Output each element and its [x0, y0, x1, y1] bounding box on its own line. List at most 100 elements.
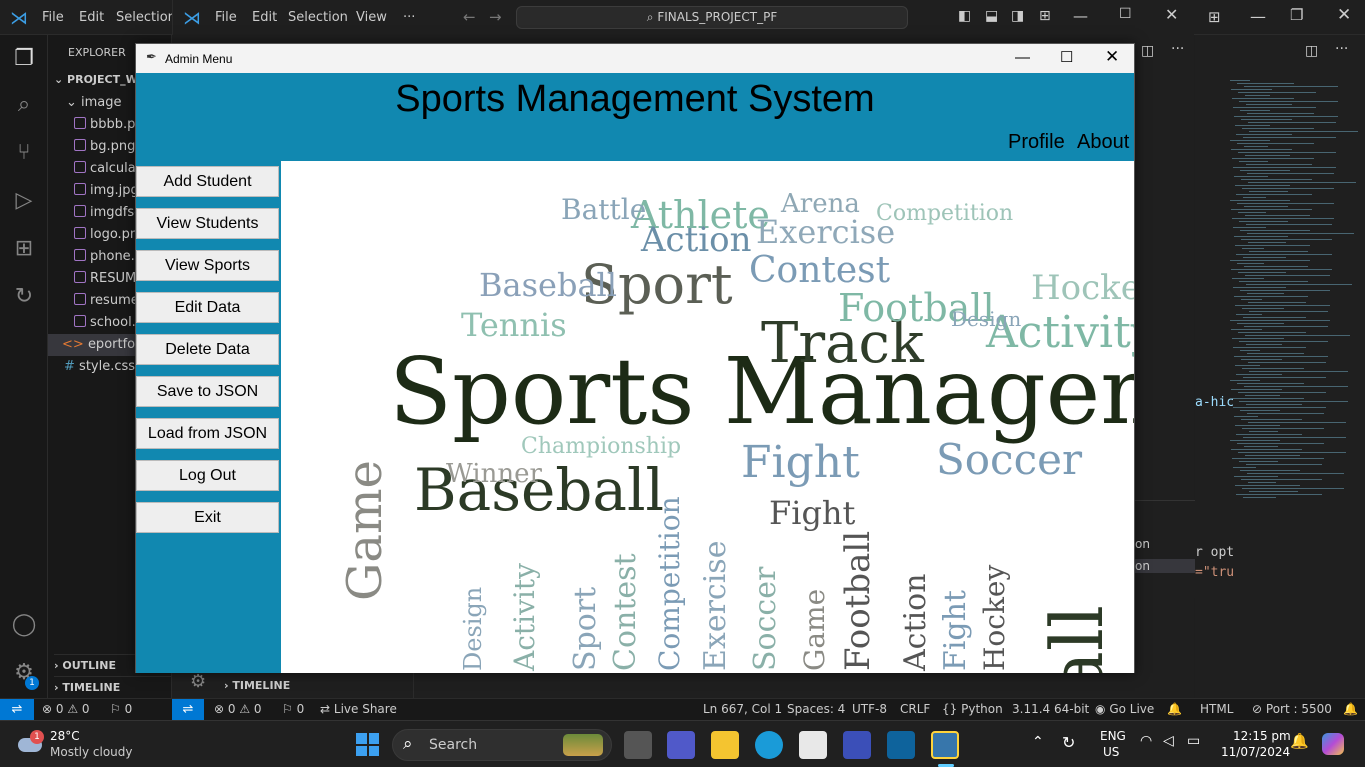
line-ending[interactable]: CRLF: [900, 702, 930, 716]
menu-selection[interactable]: Selection: [288, 10, 348, 25]
menu-edit[interactable]: Edit: [79, 10, 104, 25]
sidebar-button-log-out[interactable]: Log Out: [136, 460, 279, 491]
tray-overflow-icon[interactable]: ⌃: [1032, 734, 1044, 750]
language-us[interactable]: US: [1103, 745, 1119, 759]
project-folder[interactable]: ⌄ PROJECT_WE: [54, 69, 145, 91]
volume-icon[interactable]: ◁: [1163, 733, 1174, 749]
explorer-file-item[interactable]: school.j: [74, 312, 139, 334]
python-version[interactable]: 3.11.4 64-bit: [1012, 702, 1089, 716]
menu-file[interactable]: File: [42, 10, 64, 25]
sidebar-button-exit[interactable]: Exit: [136, 502, 279, 533]
sidebar-button-save-to-json[interactable]: Save to JSON: [136, 376, 279, 407]
run-debug-icon[interactable]: ▷: [10, 187, 38, 215]
menu-selection[interactable]: Selection: [116, 10, 176, 25]
clock-date[interactable]: 11/07/2024: [1221, 745, 1290, 759]
explorer-file-item[interactable]: bg.png: [74, 136, 135, 158]
search-icon[interactable]: ⌕: [10, 91, 38, 119]
explorer-file-item[interactable]: imgdfsd: [74, 202, 142, 224]
remote-explorer-icon[interactable]: ↻: [10, 283, 38, 311]
sidebar-button-add-student[interactable]: Add Student: [136, 166, 279, 197]
vs2-problems-count[interactable]: ⊗ 0 ⚠ 0: [214, 702, 262, 716]
more-actions-icon-2[interactable]: ···: [1335, 41, 1348, 57]
sync-icon[interactable]: ↻: [1062, 733, 1075, 752]
go-live-item[interactable]: ◉ Go Live: [1095, 702, 1154, 716]
split-editor-icon-2[interactable]: ◫: [1305, 43, 1318, 59]
sidebar-button-view-students[interactable]: View Students: [136, 208, 279, 239]
explorer-icon[interactable]: ❐: [10, 45, 38, 73]
explorer-file-item[interactable]: img.jpg: [74, 180, 139, 202]
restore-icon[interactable]: ❐: [1290, 6, 1303, 24]
notification-icon[interactable]: 🔔: [1290, 732, 1309, 750]
sidebar-button-delete-data[interactable]: Delete Data: [136, 334, 279, 365]
explorer-file-item[interactable]: calculat: [74, 158, 141, 180]
close-icon[interactable]: ✕: [1165, 5, 1178, 24]
minimize-icon[interactable]: —: [1073, 7, 1088, 25]
language-eng[interactable]: ENG: [1100, 729, 1126, 743]
split-editor-icon[interactable]: ◫: [1141, 43, 1154, 59]
clock-time[interactable]: 12:15 pm: [1233, 729, 1291, 743]
layout-icon[interactable]: ⊞: [1208, 8, 1221, 26]
forward-arrow-icon[interactable]: →: [489, 8, 502, 26]
profile-link[interactable]: Profile: [1008, 131, 1065, 154]
ms-store-icon[interactable]: [799, 731, 827, 759]
css-file[interactable]: # style.css: [64, 356, 135, 378]
maximize-icon[interactable]: ☐: [1119, 6, 1132, 22]
weather-widget-icon[interactable]: 1: [18, 730, 44, 754]
terminal-item[interactable]: on: [1135, 559, 1195, 573]
sidebar-toggle-icon[interactable]: ◧: [958, 8, 971, 24]
live-share-item[interactable]: ⇄ Live Share: [320, 702, 397, 716]
temperature[interactable]: 28°C: [50, 729, 80, 743]
more-actions-icon[interactable]: ···: [1171, 41, 1184, 57]
image-folder[interactable]: ⌄ image: [66, 92, 122, 114]
cursor-position[interactable]: Ln 667, Col 1: [703, 702, 782, 716]
explorer-file-item[interactable]: logo.pn: [74, 224, 138, 246]
menu-edit[interactable]: Edit: [252, 10, 277, 25]
copilot-icon[interactable]: [1322, 733, 1344, 755]
minimize-icon[interactable]: —: [1015, 49, 1030, 66]
edge-browser-icon[interactable]: [755, 731, 783, 759]
python-taskbar-icon[interactable]: [931, 731, 959, 759]
close-icon[interactable]: ✕: [1105, 47, 1119, 67]
explorer-file-item[interactable]: bbbb.pr: [74, 114, 141, 136]
back-arrow-icon[interactable]: ←: [463, 8, 476, 26]
timeline-section[interactable]: › TIMELINE: [54, 676, 172, 698]
menu-file[interactable]: File: [215, 10, 237, 25]
vs2-remote-indicator-icon[interactable]: ⇌: [172, 699, 204, 721]
windows-start-icon[interactable]: [356, 733, 379, 756]
command-center-search[interactable]: ⌕ FINALS_PROJECT_PF: [516, 6, 908, 29]
weather-text[interactable]: Mostly cloudy: [50, 745, 133, 759]
vscode-taskbar-icon[interactable]: [887, 731, 915, 759]
teams-icon[interactable]: [667, 731, 695, 759]
vs2-gear-icon[interactable]: ⚙: [190, 671, 206, 692]
explorer-file-item[interactable]: phone.p: [74, 246, 143, 268]
accounts-icon[interactable]: ◯: [10, 611, 38, 639]
terminal-item[interactable]: on: [1135, 537, 1150, 551]
vs2-ports-count[interactable]: ⚐ 0: [282, 702, 304, 716]
menu-more[interactable]: ···: [403, 10, 415, 25]
indentation[interactable]: Spaces: 4: [787, 702, 845, 716]
language-mode[interactable]: {} Python: [942, 702, 1003, 716]
close-icon[interactable]: ✕: [1337, 5, 1351, 25]
secondary-sidebar-icon[interactable]: ◨: [1011, 8, 1024, 24]
task-view-icon[interactable]: [624, 731, 652, 759]
battery-icon[interactable]: ▭: [1187, 733, 1200, 749]
file-explorer-icon[interactable]: [711, 731, 739, 759]
wifi-icon[interactable]: ◠: [1140, 733, 1152, 749]
problems-count[interactable]: ⊗ 0 ⚠ 0: [42, 702, 90, 716]
about-link[interactable]: About: [1077, 131, 1129, 154]
remote-indicator-icon[interactable]: ⇌: [0, 699, 34, 721]
bell-icon[interactable]: 🔔: [1167, 702, 1182, 716]
ports-count[interactable]: ⚐ 0: [110, 702, 132, 716]
extensions-icon[interactable]: ⊞: [10, 235, 38, 263]
panel-toggle-icon[interactable]: ⬓: [985, 8, 998, 24]
minimize-icon[interactable]: —: [1250, 7, 1266, 26]
explorer-file-item[interactable]: resume.: [74, 290, 143, 312]
taskbar-search-box[interactable]: ⌕ Search: [392, 729, 612, 761]
sidebar-button-load-from-json[interactable]: Load from JSON: [136, 418, 279, 449]
explorer-file-item[interactable]: RESUMI: [74, 268, 140, 290]
html-mode[interactable]: HTML: [1200, 702, 1233, 716]
vpn-app-icon[interactable]: [843, 731, 871, 759]
vs2-timeline-section[interactable]: › TIMELINE: [224, 675, 290, 697]
sidebar-button-view-sports[interactable]: View Sports: [136, 250, 279, 281]
sidebar-button-edit-data[interactable]: Edit Data: [136, 292, 279, 323]
